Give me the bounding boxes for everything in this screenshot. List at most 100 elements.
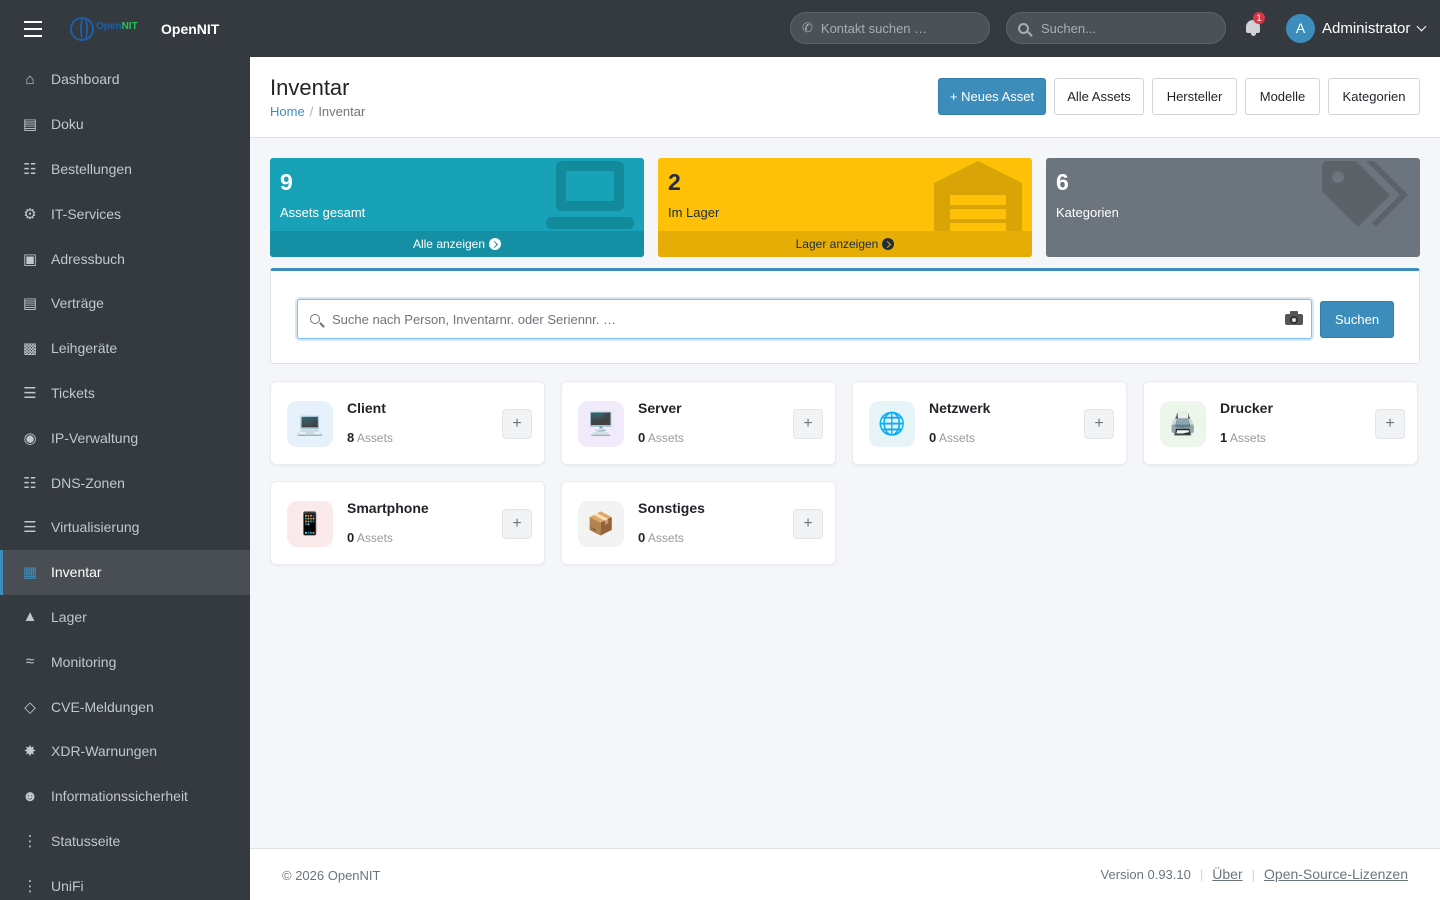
- footer-links: Version 0.93.10 | Über | Open-Source-Liz…: [1101, 866, 1408, 882]
- sidebar-item-label: UniFi: [51, 877, 84, 894]
- sidebar-item-dashboard[interactable]: ⌂ Dashboard: [0, 57, 250, 102]
- show-storage-link[interactable]: Lager anzeigen: [658, 231, 1032, 257]
- sidebar-item-label: Doku: [51, 116, 84, 133]
- search-icon: [310, 314, 320, 324]
- category-card-server[interactable]: 🖥️ Server 0 Assets +: [561, 381, 836, 465]
- category-icon: 🌐: [869, 401, 915, 447]
- sidebar-item-cve-meldungen[interactable]: ◇ CVE-Meldungen: [0, 684, 250, 729]
- sidebar-item-label: Monitoring: [51, 653, 117, 670]
- licenses-link[interactable]: Open-Source-Lizenzen: [1264, 866, 1408, 882]
- sidebar-item-monitoring[interactable]: ≈ Monitoring: [0, 639, 250, 684]
- sidebar-item-doku[interactable]: ▤ Doku: [0, 102, 250, 147]
- sidebar-item-lager[interactable]: ▲ Lager: [0, 595, 250, 640]
- arrow-circle-right-icon: [882, 238, 895, 250]
- category-icon: 🖨️: [1160, 401, 1206, 447]
- add-asset-button[interactable]: +: [502, 509, 532, 539]
- sidebar-item-label: DNS-Zonen: [51, 474, 125, 491]
- sidebar-item-adressbuch[interactable]: ▣ Adressbuch: [0, 236, 250, 281]
- category-name: Smartphone: [347, 500, 429, 516]
- add-asset-button[interactable]: +: [793, 509, 823, 539]
- sidebar-item-verträge[interactable]: ▤ Verträge: [0, 281, 250, 326]
- sidebar-item-label: XDR-Warnungen: [51, 743, 158, 760]
- menu-toggle-button[interactable]: [0, 0, 66, 57]
- globe-icon: ◉: [23, 429, 37, 447]
- version-label: Version 0.93.10: [1100, 866, 1191, 882]
- stat-label: Kategorien: [1056, 205, 1119, 220]
- category-name: Server: [638, 400, 682, 416]
- camera-icon[interactable]: [1285, 311, 1303, 325]
- sidebar-item-label: Informationssicherheit: [51, 788, 188, 805]
- category-count-unit: Assets: [647, 431, 684, 445]
- category-card-client[interactable]: 💻 Client 8 Assets +: [270, 381, 545, 465]
- boxes-icon: ▦: [22, 564, 38, 582]
- laptop-icon: ▩: [22, 340, 38, 358]
- new-asset-button[interactable]: + Neues Asset: [938, 78, 1046, 115]
- sidebar-item-tickets[interactable]: ☰ Tickets: [0, 371, 250, 416]
- warehouse-icon: ▲: [22, 608, 38, 626]
- sidebar-item-bestellungen[interactable]: ☷ Bestellungen: [0, 147, 250, 192]
- search-button[interactable]: Suchen: [1320, 301, 1394, 338]
- models-button[interactable]: Modelle: [1245, 78, 1320, 115]
- category-count: 0 Assets: [638, 430, 684, 445]
- sidebar-item-unifi[interactable]: ⋮ UniFi: [0, 863, 250, 900]
- sidebar-item-label: Dashboard: [51, 71, 120, 88]
- notifications-button[interactable]: 1: [1243, 12, 1265, 39]
- gear-icon: ⚙: [23, 205, 37, 223]
- sidebar-item-dns-zonen[interactable]: ☷ DNS-Zonen: [0, 460, 250, 505]
- sidebar-item-statusseite[interactable]: ⋮ Statusseite: [0, 819, 250, 864]
- category-card-netzwerk[interactable]: 🌐 Netzwerk 0 Assets +: [852, 381, 1127, 465]
- brand-name: OpenNIT: [161, 20, 220, 37]
- sidebar-item-label: CVE-Meldungen: [51, 698, 154, 715]
- add-asset-button[interactable]: +: [793, 409, 823, 439]
- category-count-value: 1: [1220, 430, 1228, 445]
- global-search-placeholder: Suchen...: [1041, 20, 1096, 36]
- sidebar-item-xdr-warnungen[interactable]: ✸ XDR-Warnungen: [0, 729, 250, 774]
- category-icon: 💻: [287, 401, 333, 447]
- show-all-link[interactable]: Alle anzeigen: [270, 231, 644, 257]
- sidebar-item-label: Statusseite: [51, 832, 121, 849]
- category-count-value: 0: [638, 530, 646, 545]
- add-asset-button[interactable]: +: [502, 409, 532, 439]
- content-header: Inventar Home / Inventar + Neues Asset All…: [250, 57, 1440, 138]
- sidebar-item-virtualisierung[interactable]: ☰ Virtualisierung: [0, 505, 250, 550]
- add-asset-button[interactable]: +: [1084, 409, 1114, 439]
- global-search-input[interactable]: Suchen...: [1006, 12, 1226, 44]
- categories-button[interactable]: Kategorien: [1328, 78, 1420, 115]
- search-icon: [1018, 22, 1029, 34]
- sidebar-item-label: Adressbuch: [51, 250, 125, 267]
- network-icon: ⋮: [22, 877, 38, 895]
- contact-search-input[interactable]: ✆ Kontakt suchen …: [790, 12, 990, 44]
- stat-box-categories: 6 Kategorien: [1046, 158, 1420, 257]
- inventory-search-input[interactable]: Suche nach Person, Inventarnr. oder Seri…: [297, 299, 1312, 339]
- contract-icon: ▤: [22, 295, 38, 313]
- sidebar-item-inventar[interactable]: ▦ Inventar: [0, 549, 250, 595]
- stat-label: Assets gesamt: [280, 205, 366, 220]
- category-count: 1 Assets: [1220, 430, 1266, 445]
- search-card: Suche nach Person, Inventarnr. oder Seri…: [270, 268, 1420, 364]
- inventory-search-placeholder: Suche nach Person, Inventarnr. oder Seri…: [332, 311, 617, 327]
- sidebar-item-label: Lager: [51, 608, 87, 625]
- globe-logo-icon: [70, 16, 94, 41]
- brand[interactable]: OpenNIT OpenNIT: [66, 0, 219, 57]
- all-assets-button[interactable]: Alle Assets: [1054, 78, 1144, 115]
- add-asset-button[interactable]: +: [1375, 409, 1405, 439]
- breadcrumb-home-link[interactable]: Home: [270, 104, 305, 119]
- sidebar-item-ip-verwaltung[interactable]: ◉ IP-Verwaltung: [0, 415, 250, 460]
- home-icon: ⌂: [25, 70, 35, 88]
- about-link[interactable]: Über: [1212, 866, 1242, 882]
- logo: OpenNIT: [66, 16, 144, 41]
- sidebar-item-informationssicherheit[interactable]: ☻ Informationssicherheit: [0, 774, 250, 819]
- category-count-value: 0: [638, 430, 646, 445]
- manufacturer-button[interactable]: Hersteller: [1152, 78, 1237, 115]
- category-card-sonstiges[interactable]: 📦 Sonstiges 0 Assets +: [561, 481, 836, 565]
- category-card-drucker[interactable]: 🖨️ Drucker 1 Assets +: [1143, 381, 1418, 465]
- stat-box-total-assets: 9 Assets gesamt Alle anzeigen: [270, 158, 644, 257]
- category-count: 0 Assets: [347, 530, 393, 545]
- category-card-smartphone[interactable]: 📱 Smartphone 0 Assets +: [270, 481, 545, 565]
- breadcrumb-separator: /: [309, 104, 314, 119]
- sidebar-item-leihgeräte[interactable]: ▩ Leihgeräte: [0, 326, 250, 371]
- tags-icon: [1322, 161, 1408, 227]
- book-icon: ▤: [22, 116, 38, 134]
- user-menu[interactable]: A Administrator: [1286, 13, 1427, 43]
- sidebar-item-it-services[interactable]: ⚙ IT-Services: [0, 191, 250, 236]
